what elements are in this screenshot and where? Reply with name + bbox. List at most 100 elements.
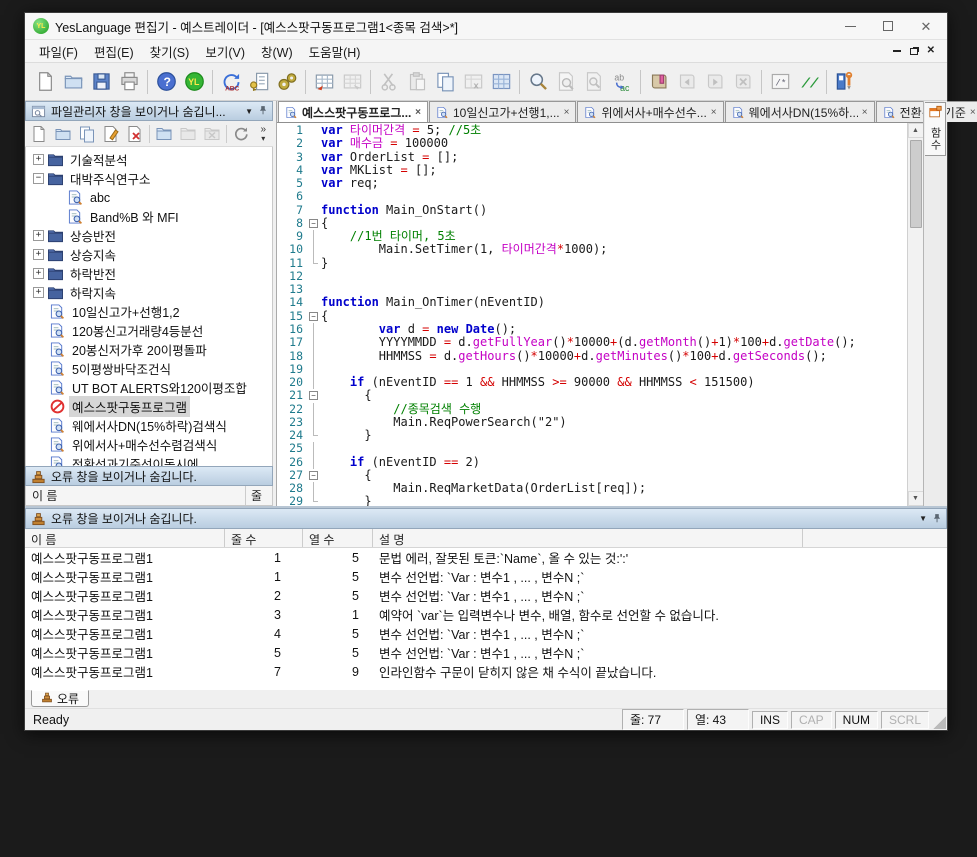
find-button[interactable] [524, 68, 552, 96]
sidebar-error-header[interactable]: 오류 창을 보이거나 숨깁니다. [25, 466, 273, 486]
scroll-up-button[interactable]: ▲ [908, 123, 924, 138]
vertical-scrollbar[interactable]: ▲ ▼ [907, 123, 923, 506]
tree-item-folder-0[interactable]: +기술적분석 [26, 150, 272, 169]
error-column-header-0[interactable]: 이 름 [25, 529, 225, 547]
mdi-restore-icon[interactable] [910, 48, 918, 55]
syntax-check-button[interactable]: ABC [217, 68, 245, 96]
tree-item-folder-7[interactable]: +하락지속 [26, 283, 272, 302]
error-panel-header[interactable]: 오류 창을 보이거나 숨깁니다. ▼ [25, 508, 947, 529]
tree-item-folder-4[interactable]: +상승반전 [26, 226, 272, 245]
tab-close-icon[interactable]: × [711, 107, 717, 118]
tab-close-icon[interactable]: × [564, 107, 570, 118]
menu-item-0[interactable]: 파일(F) [31, 39, 86, 64]
tree-item-file-12[interactable]: UT BOT ALERTS와120이평조합 [26, 378, 272, 397]
tree-item-file-3[interactable]: Band%B 와 MFI [26, 207, 272, 226]
function-panel-tab[interactable]: 함수 [925, 102, 946, 156]
menu-item-2[interactable]: 찾기(S) [142, 39, 198, 64]
data-table-button[interactable] [310, 68, 338, 96]
expand-plus-icon[interactable]: + [33, 268, 44, 279]
refresh-button[interactable] [229, 123, 253, 145]
open-item-button[interactable] [51, 123, 75, 145]
error-column-header-3[interactable]: 설 명 [373, 529, 803, 547]
scroll-down-button[interactable]: ▼ [908, 491, 924, 506]
bookmark-toggle-button[interactable] [645, 68, 673, 96]
tree-item-file-16[interactable]: 전환선과기준선이동시에 [26, 454, 272, 466]
menu-item-4[interactable]: 창(W) [253, 39, 301, 64]
menu-item-3[interactable]: 보기(V) [197, 39, 253, 64]
maximize-button[interactable] [869, 14, 907, 38]
select-grid-button[interactable] [487, 68, 515, 96]
tree-item-file-9[interactable]: 120봉신고거래량4등분선 [26, 321, 272, 340]
tab-close-icon[interactable]: × [415, 107, 421, 118]
panel-menu-icon[interactable]: ▼ [919, 514, 927, 523]
tab-errors[interactable]: 오류 [31, 690, 89, 707]
tab-close-icon[interactable]: × [862, 107, 868, 118]
tree-item-file-10[interactable]: 20봉신저가후 20이평돌파 [26, 340, 272, 359]
expand-plus-icon[interactable]: + [33, 230, 44, 241]
fold-collapse-icon[interactable]: − [309, 219, 318, 228]
panel-menu-icon[interactable]: ▼ [245, 107, 253, 116]
new-item-button[interactable] [27, 123, 51, 145]
column-header-line[interactable]: 줄 [246, 487, 272, 504]
collapse-minus-icon[interactable]: − [33, 173, 44, 184]
compile-button[interactable] [273, 68, 301, 96]
fold-collapse-icon[interactable]: − [309, 471, 318, 480]
tree-item-file-13[interactable]: 예스스팟구동프로그램 [26, 397, 272, 416]
column-header-name[interactable]: 이 름 [26, 486, 246, 505]
comment-block-button[interactable]: /* [766, 68, 794, 96]
print-button[interactable] [115, 68, 143, 96]
tree-item-file-2[interactable]: abc [26, 188, 272, 207]
file-manager-header[interactable]: 파일관리자 창을 보이거나 숨깁니... ▼ [25, 101, 273, 121]
error-column-header-2[interactable]: 열 수 [303, 529, 373, 547]
error-row-3[interactable]: 예스스팟구동프로그램131예약어 `var`는 입력변수나 변수, 배열, 함수… [25, 605, 947, 624]
tree-item-file-14[interactable]: 웨에서사DN(15%하락)검색식 [26, 416, 272, 435]
help-button[interactable]: ? [152, 68, 180, 96]
pin-icon[interactable] [258, 104, 268, 118]
code-text-area[interactable]: 1var 타이머간격 = 5; //5초2var 매수금 = 1000003va… [277, 123, 907, 506]
replace-button[interactable]: abac [608, 68, 636, 96]
toolbar-overflow-button[interactable]: »▾ [255, 125, 271, 143]
error-row-2[interactable]: 예스스팟구동프로그램125변수 선언법: `Var : 변수1 , ... , … [25, 586, 947, 605]
expand-plus-icon[interactable]: + [33, 287, 44, 298]
error-row-6[interactable]: 예스스팟구동프로그램179인라인함수 구문이 닫히지 않은 채 수식이 끝났습니… [25, 662, 947, 681]
error-row-4[interactable]: 예스스팟구동프로그램145변수 선언법: `Var : 변수1 , ... , … [25, 624, 947, 643]
tree-item-file-15[interactable]: 위에서사+매수선수렴검색식 [26, 435, 272, 454]
new-folder-button[interactable] [152, 123, 176, 145]
tree-item-file-8[interactable]: 10일신고가+선행1,2 [26, 302, 272, 321]
open-file-button[interactable] [59, 68, 87, 96]
expand-plus-icon[interactable]: + [33, 249, 44, 260]
error-row-0[interactable]: 예스스팟구동프로그램115문법 에러, 잘못된 토큰:`Name`, 올 수 있… [25, 548, 947, 567]
editor-tab-2[interactable]: 위에서사+매수선수...× [577, 101, 723, 122]
editor-tab-0[interactable]: 예스스팟구동프로그...× [278, 101, 428, 122]
menu-item-1[interactable]: 편집(E) [86, 39, 142, 64]
fold-collapse-icon[interactable]: − [309, 391, 318, 400]
new-file-button[interactable] [31, 68, 59, 96]
tree-item-file-11[interactable]: 5이평쌍바닥조건식 [26, 359, 272, 378]
save-file-button[interactable] [87, 68, 115, 96]
mdi-minimize-icon[interactable] [893, 50, 901, 52]
tab-close-icon[interactable]: × [970, 107, 976, 118]
editor-tab-3[interactable]: 웨에서사DN(15%하...× [725, 101, 875, 122]
fold-collapse-icon[interactable]: − [309, 312, 318, 321]
editor-tab-1[interactable]: 10일신고가+선행1,...× [429, 101, 576, 122]
pin-icon[interactable] [932, 512, 942, 526]
minimize-button[interactable] [831, 14, 869, 38]
scrollbar-thumb[interactable] [910, 140, 922, 228]
error-row-1[interactable]: 예스스팟구동프로그램115변수 선언법: `Var : 변수1 , ... , … [25, 567, 947, 586]
yeslanguage-logo-button[interactable]: YL [180, 68, 208, 96]
error-column-header-1[interactable]: 줄 수 [225, 529, 303, 547]
rename-item-button[interactable] [99, 123, 123, 145]
comment-line-button[interactable]: // [794, 68, 822, 96]
function-list-button[interactable] [245, 68, 273, 96]
tree-item-folder-6[interactable]: +하락반전 [26, 264, 272, 283]
copy-button[interactable] [431, 68, 459, 96]
expand-plus-icon[interactable]: + [33, 154, 44, 165]
tree-item-folder-1[interactable]: −대박주식연구소 [26, 169, 272, 188]
mdi-close-icon[interactable]: ✕ [927, 46, 935, 56]
tree-item-folder-5[interactable]: +상승지속 [26, 245, 272, 264]
delete-item-button[interactable] [123, 123, 147, 145]
error-row-5[interactable]: 예스스팟구동프로그램155변수 선언법: `Var : 변수1 , ... , … [25, 643, 947, 662]
tools-button[interactable] [831, 68, 859, 96]
copy-item-button[interactable] [75, 123, 99, 145]
close-button[interactable]: ✕ [907, 14, 945, 38]
